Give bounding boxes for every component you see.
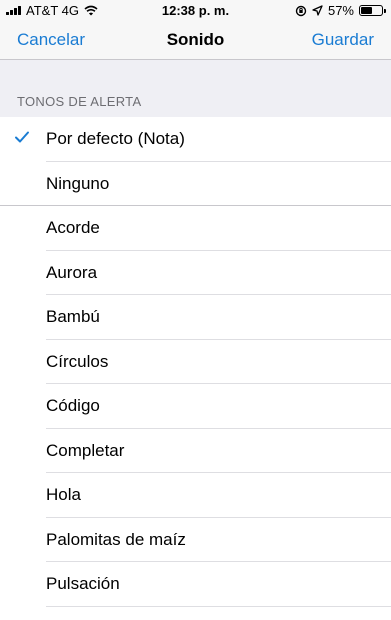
orientation-lock-icon [295, 5, 307, 16]
list-item[interactable]: Pulsación [0, 562, 391, 607]
list-item-label: Pulsación [46, 574, 120, 593]
list-item-label: Código [46, 396, 100, 415]
list-item[interactable]: Por defecto (Nota) [0, 117, 391, 162]
list-item-label: Palomitas de maíz [46, 529, 186, 549]
list-item[interactable]: Aurora [0, 251, 391, 295]
list-item[interactable]: Hola [0, 473, 391, 518]
checkmark-icon [15, 131, 29, 143]
navigation-bar: Cancelar Sonido Guardar [0, 20, 391, 60]
list-item-label: Completar [46, 440, 125, 460]
status-bar: AT&T 4G 12:38 p. m. 57% [0, 0, 391, 20]
battery-fill [361, 7, 373, 14]
list-item-label: Aurora [46, 262, 98, 282]
list-item[interactable]: Palomitas de maíz [0, 518, 391, 562]
alert-tone-list: Por defecto (Nota) Ninguno Acorde Aurora Bam… [0, 117, 391, 607]
row-divider [46, 605, 391, 607]
list-item[interactable]: Código [0, 384, 391, 429]
list-item-label: Hola [46, 485, 81, 504]
list-item-label: Bambú [46, 307, 100, 326]
section-header: TONOS DE ALERTA [17, 94, 142, 109]
location-arrow-icon [312, 5, 323, 16]
status-right: 57% [295, 3, 386, 18]
list-item[interactable]: Acorde [0, 206, 391, 251]
battery-percent: 57% [327, 3, 354, 18]
list-item-label: Acorde [46, 218, 100, 237]
battery-icon [359, 5, 386, 16]
list-item-label: Por defecto (Nota) [46, 129, 185, 148]
list-item[interactable]: Ninguno [0, 162, 391, 206]
list-item[interactable]: Completar [0, 429, 391, 473]
list-item-label: Círculos [46, 351, 109, 371]
list-item-label: Ninguno [46, 173, 110, 193]
list-item[interactable]: Círculos [0, 340, 391, 384]
save-button[interactable]: Guardar [312, 30, 374, 50]
list-item[interactable]: Bambú [0, 295, 391, 340]
